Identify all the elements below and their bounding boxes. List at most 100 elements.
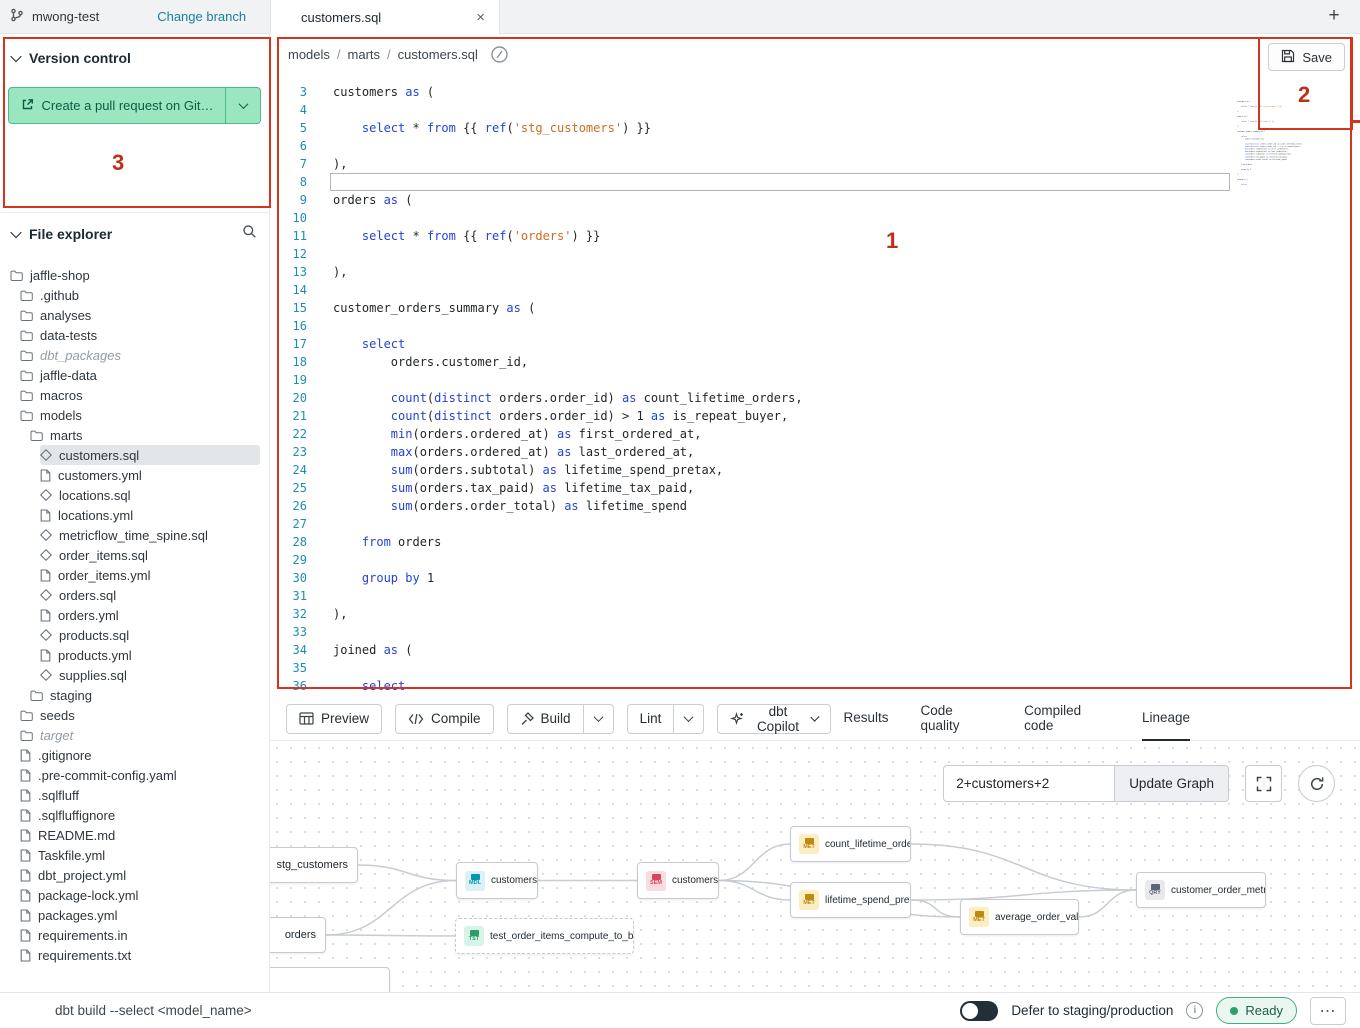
code-line-23[interactable]: 23 max(orders.ordered_at) as last_ordere… <box>270 443 1360 461</box>
code-line-30[interactable]: 30 group by 1 <box>270 569 1360 587</box>
code-line-21[interactable]: 21 count(distinct orders.order_id) > 1 a… <box>270 407 1360 425</box>
compile-button[interactable]: Compile <box>395 704 494 734</box>
file-tree-item-metricflow-time-spine-sql[interactable]: metricflow_time_spine.sql <box>40 525 260 545</box>
save-button[interactable]: Save <box>1268 43 1345 71</box>
lineage-node-orders[interactable]: orders <box>270 917 326 953</box>
lineage-node-customers[interactable]: SEMcustomers <box>637 862 719 899</box>
tab-compiled-code[interactable]: Compiled code <box>1024 697 1110 741</box>
file-tree-item-macros[interactable]: macros <box>20 385 260 405</box>
file-tree-item-locations-yml[interactable]: locations.yml <box>40 505 260 525</box>
file-tree-item-jaffle-data[interactable]: jaffle-data <box>20 365 260 385</box>
code-line-25[interactable]: 25 sum(orders.tax_paid) as lifetime_tax_… <box>270 479 1360 497</box>
create-pull-request-main[interactable]: Create a pull request on Git… <box>9 88 225 123</box>
code-line-9[interactable]: 9orders as ( <box>270 191 1360 209</box>
build-button[interactable]: Build <box>507 704 584 734</box>
code-line-12[interactable]: 12 <box>270 245 1360 263</box>
file-tree-item-requirements-in[interactable]: requirements.in <box>20 925 260 945</box>
tab-customers-sql[interactable]: customers.sql × <box>270 0 500 34</box>
update-graph-button[interactable]: Update Graph <box>1115 765 1229 802</box>
breadcrumb-segment[interactable]: customers.sql <box>398 47 478 62</box>
lineage-node-customers[interactable]: MDLcustomers <box>456 862 538 899</box>
tab-code-quality[interactable]: Code quality <box>921 697 993 741</box>
code-line-31[interactable]: 31 <box>270 587 1360 605</box>
file-tree-item-customers-sql[interactable]: customers.sql <box>40 445 260 465</box>
close-icon[interactable]: × <box>476 9 485 26</box>
file-tree-item-products-sql[interactable]: products.sql <box>40 625 260 645</box>
code-line-22[interactable]: 22 min(orders.ordered_at) as first_order… <box>270 425 1360 443</box>
code-line-3[interactable]: 3customers as ( <box>270 83 1360 101</box>
code-line-36[interactable]: 36 select <box>270 677 1360 695</box>
build-dropdown[interactable] <box>584 704 614 734</box>
file-tree-item-marts[interactable]: marts <box>30 425 260 445</box>
create-pull-request-dropdown[interactable] <box>225 88 260 123</box>
file-tree-item-dbt-packages[interactable]: dbt_packages <box>20 345 260 365</box>
preview-button[interactable]: Preview <box>286 704 382 734</box>
info-icon[interactable]: i <box>1186 1002 1203 1019</box>
file-tree-item-supplies-sql[interactable]: supplies.sql <box>40 665 260 685</box>
dbt-copilot-button[interactable]: dbt Copilot <box>717 704 830 734</box>
file-tree-item-package-lock-yml[interactable]: package-lock.yml <box>20 885 260 905</box>
refresh-button[interactable] <box>1298 765 1335 802</box>
file-tree-item-models[interactable]: models <box>20 405 260 425</box>
code-line-11[interactable]: 11 select * from {{ ref('orders') }} <box>270 227 1360 245</box>
code-line-32[interactable]: 32), <box>270 605 1360 623</box>
code-line-15[interactable]: 15customer_orders_summary as ( <box>270 299 1360 317</box>
lint-button[interactable]: Lint <box>627 704 675 734</box>
lineage-node-test-order-items-compute-to-bools-[interactable]: TSTtest_order_items_compute_to_bools... <box>455 918 634 954</box>
breadcrumb-segment[interactable]: models <box>288 47 330 62</box>
code-line-18[interactable]: 18 orders.customer_id, <box>270 353 1360 371</box>
code-line-24[interactable]: 24 sum(orders.subtotal) as lifetime_spen… <box>270 461 1360 479</box>
code-line-33[interactable]: 33 <box>270 623 1360 641</box>
code-line-7[interactable]: 7), <box>270 155 1360 173</box>
new-tab-button[interactable]: + <box>1322 4 1346 28</box>
file-tree-item-jaffle-shop[interactable]: jaffle-shop <box>10 265 260 285</box>
tab-lineage[interactable]: Lineage <box>1142 697 1190 741</box>
search-icon[interactable] <box>242 224 257 244</box>
file-tree-item--gitignore[interactable]: .gitignore <box>20 745 260 765</box>
code-line-27[interactable]: 27 <box>270 515 1360 533</box>
file-tree-item-orders-sql[interactable]: orders.sql <box>40 585 260 605</box>
file-tree-item-orders-yml[interactable]: orders.yml <box>40 605 260 625</box>
code-line-4[interactable]: 4 <box>270 101 1360 119</box>
file-tree-item--sqlfluffignore[interactable]: .sqlfluffignore <box>20 805 260 825</box>
code-line-6[interactable]: 6 <box>270 137 1360 155</box>
code-line-5[interactable]: 5 select * from {{ ref('stg_customers') … <box>270 119 1360 137</box>
code-line-19[interactable]: 19 <box>270 371 1360 389</box>
more-options-button[interactable]: ⋯ <box>1310 997 1346 1025</box>
breadcrumb-segment[interactable]: marts <box>348 47 381 62</box>
minimap[interactable]: customers as ( select * from {{ ref('stg… <box>1237 100 1315 300</box>
defer-toggle[interactable] <box>960 1001 998 1021</box>
code-line-10[interactable]: 10 <box>270 209 1360 227</box>
lineage-node-customer-order-metrics[interactable]: QRYcustomer_order_metrics <box>1136 872 1266 908</box>
lineage-node-count-lifetime-orders[interactable]: METcount_lifetime_orders <box>790 826 911 862</box>
code-line-34[interactable]: 34joined as ( <box>270 641 1360 659</box>
lint-dropdown[interactable] <box>674 704 704 734</box>
circle-slash-icon[interactable] <box>490 45 509 64</box>
change-branch-link[interactable]: Change branch <box>157 9 246 24</box>
code-line-17[interactable]: 17 select <box>270 335 1360 353</box>
code-line-8[interactable]: 8 <box>270 173 1360 191</box>
file-tree-item-locations-sql[interactable]: locations.sql <box>40 485 260 505</box>
file-tree-item-requirements-txt[interactable]: requirements.txt <box>20 945 260 965</box>
file-tree-item-staging[interactable]: staging <box>30 685 260 705</box>
file-tree-item--github[interactable]: .github <box>20 285 260 305</box>
file-tree-item-packages-yml[interactable]: packages.yml <box>20 905 260 925</box>
code-line-20[interactable]: 20 count(distinct orders.order_id) as co… <box>270 389 1360 407</box>
fullscreen-button[interactable] <box>1245 765 1282 802</box>
file-tree-item-customers-yml[interactable]: customers.yml <box>40 465 260 485</box>
lineage-node-part[interactable] <box>270 967 390 992</box>
file-tree-item-products-yml[interactable]: products.yml <box>40 645 260 665</box>
code-line-16[interactable]: 16 <box>270 317 1360 335</box>
code-line-13[interactable]: 13), <box>270 263 1360 281</box>
version-control-header[interactable]: Version control <box>12 50 131 66</box>
code-line-26[interactable]: 26 sum(orders.order_total) as lifetime_s… <box>270 497 1360 515</box>
lineage-node-average-order-value[interactable]: METaverage_order_value <box>960 899 1079 935</box>
file-explorer-toggle[interactable]: File explorer <box>12 226 242 242</box>
file-tree-item-seeds[interactable]: seeds <box>20 705 260 725</box>
file-tree-item-taskfile-yml[interactable]: Taskfile.yml <box>20 845 260 865</box>
code-line-14[interactable]: 14 <box>270 281 1360 299</box>
lineage-node-lifetime-spend-pretax[interactable]: METlifetime_spend_pretax <box>790 882 911 918</box>
file-tree-item-analyses[interactable]: analyses <box>20 305 260 325</box>
file-tree-item-order-items-yml[interactable]: order_items.yml <box>40 565 260 585</box>
file-tree-item-order-items-sql[interactable]: order_items.sql <box>40 545 260 565</box>
